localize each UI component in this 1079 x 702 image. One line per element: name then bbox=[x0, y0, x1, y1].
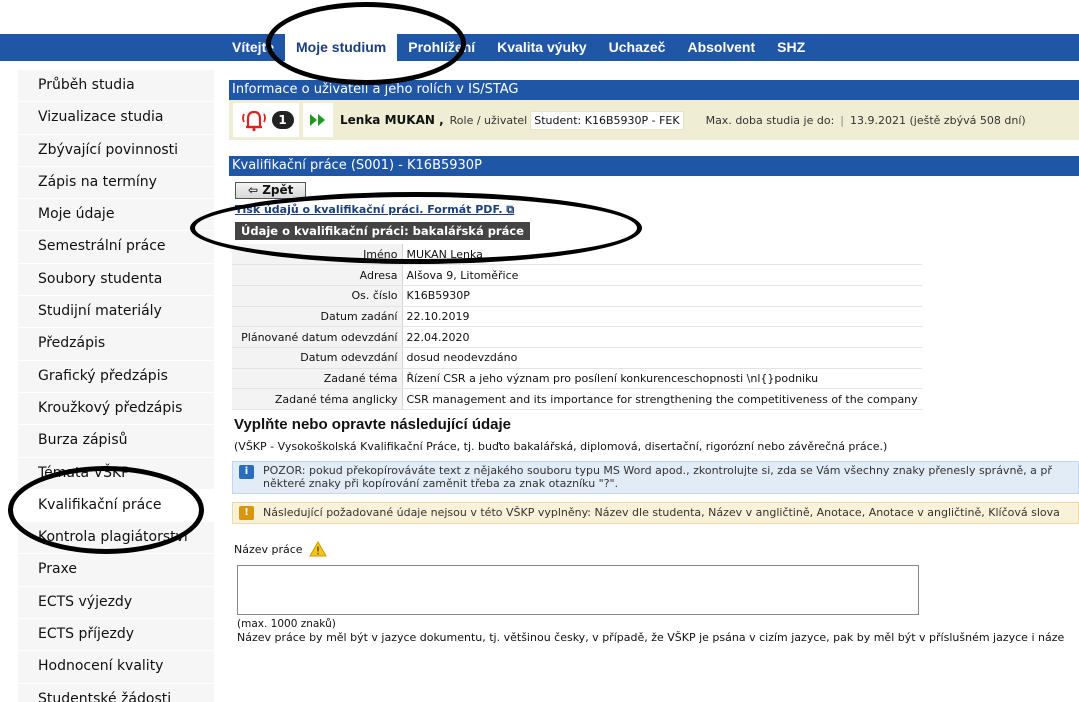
title-hint: Název práce by měl být v jazyce dokument… bbox=[237, 631, 1065, 644]
info-line-1: POZOR: pokud překopírováváte text z něja… bbox=[263, 464, 1052, 477]
max-chars-note: (max. 1000 znaků) bbox=[237, 618, 336, 630]
role-label: Role / uživatel bbox=[449, 113, 528, 127]
thesis-data-subheader: Údaje o kvalifikační práci: bakalářská p… bbox=[235, 222, 530, 240]
sidebar-item-thesis-topics[interactable]: Témata VŠKP bbox=[18, 457, 214, 490]
user-info-row: 1 Lenka MUKAN , Role / uživatel Student:… bbox=[229, 100, 1079, 140]
sidebar-item-student-files[interactable]: Soubory studenta bbox=[18, 263, 214, 297]
row-key: Datum zadání bbox=[232, 306, 403, 328]
row-key: Plánované datum odevzdání bbox=[232, 326, 403, 348]
row-value: K16B5930P bbox=[402, 285, 922, 307]
thesis-info-table: Jméno MUKAN Lenka Adresa Alšova 9, Litoměř… bbox=[232, 244, 922, 410]
sidebar-item-plagiarism-check[interactable]: Kontrola plagiátorství bbox=[18, 522, 214, 555]
sidebar-item-ring-preregistration[interactable]: Kroužkový předzápis bbox=[18, 392, 214, 426]
table-row: Plánované datum odevzdání 22.04.2020 bbox=[232, 326, 922, 348]
table-row: Os. číslo K16B5930P bbox=[232, 285, 922, 307]
sidebar-item-ects-outgoing[interactable]: ECTS výjezdy bbox=[18, 586, 214, 620]
form-heading: Vyplňte nebo opravte následující údaje bbox=[234, 416, 512, 433]
info-icon: i bbox=[239, 465, 254, 479]
field-label-text: Název práce bbox=[234, 542, 303, 556]
row-key: Os. číslo bbox=[232, 285, 403, 307]
row-value: CSR management and its importance for st… bbox=[402, 388, 922, 410]
row-value: MUKAN Lenka bbox=[402, 244, 922, 266]
row-value: 22.10.2019 bbox=[402, 306, 922, 328]
bell-icon bbox=[241, 110, 266, 132]
print-pdf-link[interactable]: Tisk údajů o kvalifikační práci. Formát … bbox=[235, 203, 1079, 217]
pdf-link-label: Tisk údajů o kvalifikační práci. Formát … bbox=[235, 203, 503, 216]
row-value: 22.04.2020 bbox=[402, 326, 922, 348]
thesis-title-input[interactable] bbox=[237, 565, 919, 615]
role-select[interactable]: Student: K16B5930P - FEK bbox=[530, 110, 684, 130]
sidebar-item-ects-incoming[interactable]: ECTS příjezdy bbox=[18, 619, 214, 652]
sidebar-item-quality-evaluation[interactable]: Hodnocení kvality bbox=[18, 651, 214, 684]
nav-teaching-quality[interactable]: Kvalita výuky bbox=[486, 34, 598, 61]
warning-text: Následující požadované údaje nejsou v té… bbox=[263, 506, 1060, 519]
warning-message: ! Následující požadované údaje nejsou v … bbox=[232, 502, 1079, 524]
double-arrow-right-icon bbox=[310, 114, 325, 126]
table-row: Datum zadání 22.10.2019 bbox=[232, 306, 922, 328]
nav-my-studies[interactable]: Moje studium bbox=[285, 34, 398, 61]
nav-applicant[interactable]: Uchazeč bbox=[598, 34, 677, 61]
external-link-icon: ⧉ bbox=[502, 203, 515, 216]
back-button[interactable]: ⇦ Zpět bbox=[235, 182, 307, 199]
warning-icon: ! bbox=[239, 506, 254, 520]
nav-graduate[interactable]: Absolvent bbox=[676, 34, 766, 61]
sidebar-item-enrollment-exchange[interactable]: Burza zápisů bbox=[18, 425, 214, 458]
nav-welcome[interactable]: Vítejte bbox=[229, 34, 285, 61]
sidebar-item-exam-registration[interactable]: Zápis na termíny bbox=[18, 166, 214, 200]
row-key: Jméno bbox=[232, 244, 403, 266]
forward-button[interactable] bbox=[303, 103, 333, 137]
separator: | bbox=[840, 113, 844, 127]
sidebar: Průběh studia Vizualizace studia Zbývají… bbox=[18, 70, 214, 702]
sidebar-item-graphic-preregistration[interactable]: Grafický předzápis bbox=[18, 360, 214, 393]
main-content: Informace o uživateli a jeho rolích v IS… bbox=[229, 80, 1079, 644]
max-study-label: Max. doba studia je do: bbox=[705, 113, 835, 127]
row-key: Adresa bbox=[232, 264, 403, 286]
sidebar-item-student-requests[interactable]: Studentské žádosti bbox=[18, 683, 214, 702]
sidebar-item-study-progress[interactable]: Průběh studia bbox=[18, 70, 214, 103]
nav-browse[interactable]: Prohlížení bbox=[397, 34, 486, 61]
table-row: Datum odevzdání dosud neodevzdáno bbox=[232, 347, 922, 369]
table-row: Jméno MUKAN Lenka bbox=[232, 244, 922, 266]
info-line-2: některé znaky při kopírování zaměnit tře… bbox=[263, 477, 619, 490]
row-key: Zadané téma bbox=[232, 368, 403, 390]
info-message: i POZOR: pokud překopírováváte text z ně… bbox=[232, 461, 1079, 494]
table-row: Zadané téma Řízení CSR a jeho význam pro … bbox=[232, 368, 922, 390]
top-nav-menu: Vítejte Moje studium Prohlížení Kvalita … bbox=[229, 34, 816, 61]
row-value: dosud neodevzdáno bbox=[402, 347, 922, 369]
form-note: (VŠKP - Vysokoškolská Kvalifikační Práce… bbox=[234, 440, 888, 453]
sidebar-item-study-visualization[interactable]: Vizualizace studia bbox=[18, 102, 214, 135]
row-value: Řízení CSR a jeho význam pro posílení ko… bbox=[402, 368, 922, 390]
max-study-value: 13.9.2021 (ještě zbývá 508 dní) bbox=[850, 113, 1026, 127]
table-row: Adresa Alšova 9, Litoměřice bbox=[232, 264, 922, 286]
row-value: Alšova 9, Litoměřice bbox=[402, 264, 922, 286]
table-row: Zadané téma anglicky CSR management and i… bbox=[232, 388, 922, 410]
sidebar-item-qualification-work[interactable]: Kvalifikační práce bbox=[18, 489, 214, 523]
thesis-header: Kvalifikační práce (S001) - K16B5930P bbox=[229, 156, 1079, 176]
row-key: Datum odevzdání bbox=[232, 347, 403, 369]
sidebar-item-remaining-requirements[interactable]: Zbývající povinnosti bbox=[18, 134, 214, 167]
user-name: Lenka MUKAN , bbox=[340, 113, 444, 127]
sidebar-item-internship[interactable]: Praxe bbox=[18, 554, 214, 587]
sidebar-item-study-materials[interactable]: Studijní materiály bbox=[18, 296, 214, 329]
user-info-header: Informace o uživateli a jeho rolích v IS… bbox=[229, 80, 1079, 100]
back-arrow-icon: ⇦ bbox=[248, 183, 263, 197]
sidebar-item-preregistration[interactable]: Předzápis bbox=[18, 328, 214, 361]
warning-triangle-icon bbox=[308, 541, 327, 557]
back-label: Zpět bbox=[262, 183, 294, 197]
nav-shz[interactable]: SHZ bbox=[766, 34, 816, 61]
top-navigation-bar: Vítejte Moje studium Prohlížení Kvalita … bbox=[0, 34, 1079, 61]
sidebar-item-my-data[interactable]: Moje údaje bbox=[18, 199, 214, 232]
notification-button[interactable]: 1 bbox=[233, 103, 299, 137]
row-key: Zadané téma anglicky bbox=[232, 388, 403, 410]
thesis-title-field-label: Název práce bbox=[234, 541, 1079, 557]
sidebar-item-semester-work[interactable]: Semestrální práce bbox=[18, 231, 214, 264]
notification-count-badge: 1 bbox=[271, 111, 294, 129]
